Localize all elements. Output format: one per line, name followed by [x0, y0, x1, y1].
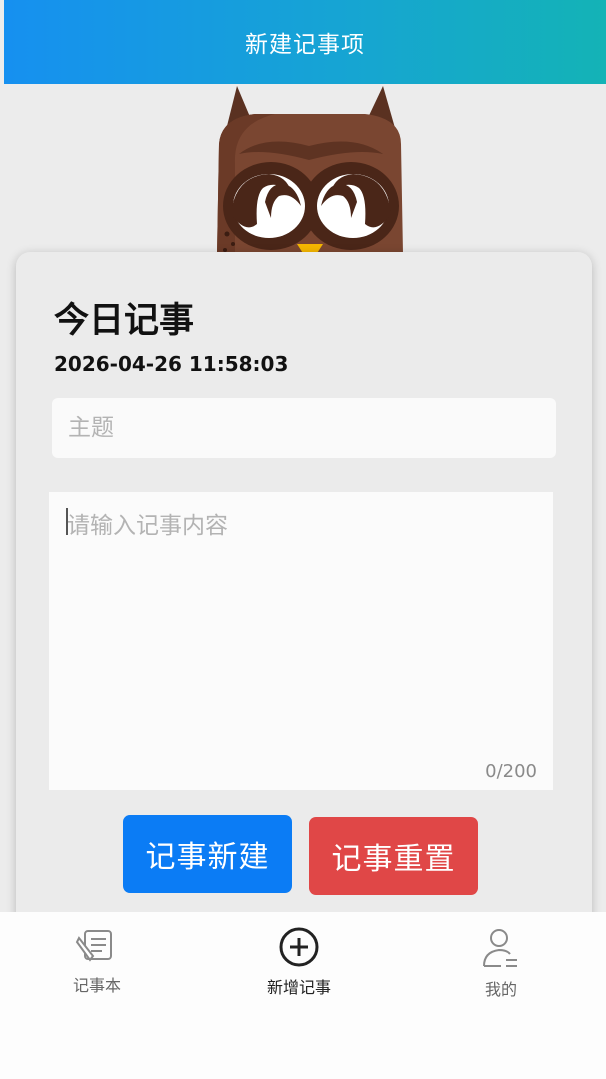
create-note-button[interactable]: 记事新建 — [123, 815, 292, 893]
screen: 新建记事项 今日记事 2026-04-26 11:58:03 主题 请输入记事内… — [0, 0, 606, 1079]
current-datetime: 2026-04-26 11:58:03 — [54, 352, 289, 376]
tab-add-note[interactable]: 新增记事 — [239, 926, 359, 998]
tab-label-mine: 我的 — [484, 980, 517, 999]
tab-label-notebook: 记事本 — [72, 976, 121, 995]
char-counter: 0/200 — [485, 761, 537, 782]
owl-mascot-illustration — [217, 86, 403, 264]
tab-label-add-note: 新增记事 — [266, 978, 331, 997]
notebook-icon — [75, 930, 112, 962]
tab-mine[interactable]: 我的 — [441, 926, 561, 1000]
card-title: 今日记事 — [54, 301, 195, 341]
reset-note-button[interactable]: 记事重置 — [309, 817, 478, 895]
app-header: 新建记事项 — [4, 0, 606, 84]
text-caret — [66, 508, 68, 535]
bottom-tab-bar: 记事本 新增记事 我的 — [0, 912, 606, 1079]
tab-notebook[interactable]: 记事本 — [37, 926, 157, 996]
content-textarea[interactable] — [49, 492, 553, 752]
content-area: 0/200 — [49, 492, 553, 790]
topic-input[interactable] — [52, 398, 556, 458]
add-circle-icon — [279, 927, 319, 967]
page-title: 新建记事项 — [245, 32, 365, 58]
note-card: 今日记事 2026-04-26 11:58:03 0/200 记事新建 记事重置 — [16, 252, 592, 952]
user-icon — [483, 929, 517, 967]
